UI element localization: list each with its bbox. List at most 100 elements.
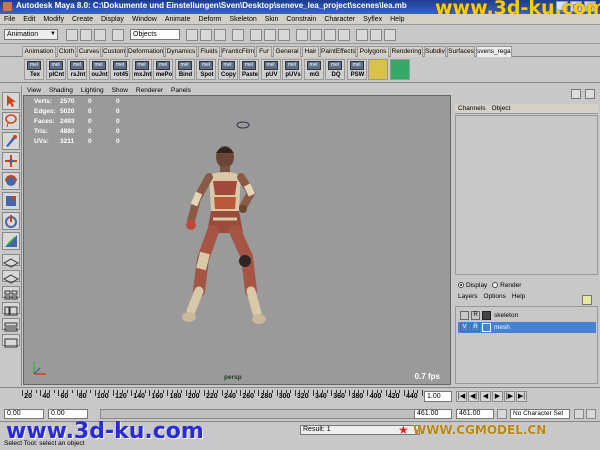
menu-help[interactable]: Help xyxy=(386,14,408,25)
layer-visibility-toggle[interactable] xyxy=(460,311,469,320)
outliner-layout-button[interactable] xyxy=(2,302,20,316)
layer-menu-options[interactable]: Options xyxy=(481,292,509,302)
display-radio[interactable] xyxy=(458,282,464,289)
layer-color-swatch[interactable] xyxy=(482,323,491,332)
single-view-layout-button[interactable] xyxy=(2,254,20,268)
paint-select-tool-button[interactable] xyxy=(2,132,20,150)
perspective-layout-button[interactable] xyxy=(2,270,20,284)
layer-menu-help[interactable]: Help xyxy=(509,292,528,302)
shelf-button-bind[interactable]: mel Bind xyxy=(174,59,195,80)
shelf-tab-fur[interactable]: Fur xyxy=(256,46,272,57)
manipulator-tool-button[interactable] xyxy=(2,212,20,230)
go-to-start-button[interactable]: |◀ xyxy=(456,391,467,402)
channel-box-menu-object[interactable]: Object xyxy=(488,104,513,114)
shelf-tab-painteffects[interactable]: PaintEffects xyxy=(320,46,356,57)
key-icon[interactable] xyxy=(586,409,596,419)
time-slider-track[interactable]: 20 40 60 80 100 120 140 160 180 200 220 240 260 280 30… xyxy=(22,390,423,406)
shelf-tab-general[interactable]: General xyxy=(273,46,301,57)
menu-skeleton[interactable]: Skeleton xyxy=(225,14,260,25)
shelf-button-dq[interactable]: mel DQ xyxy=(325,59,345,80)
rotate-tool-button[interactable] xyxy=(2,172,20,190)
auto-key-icon[interactable] xyxy=(497,409,507,419)
menu-modify[interactable]: Modify xyxy=(39,14,68,25)
shelf-tab-custom[interactable]: Custom xyxy=(102,46,126,57)
snap-point-icon[interactable] xyxy=(214,29,226,41)
mel-yellow-icon[interactable] xyxy=(368,59,388,80)
create-layer-icon[interactable] xyxy=(582,295,592,305)
play-forward-button[interactable]: ▶ xyxy=(492,391,503,402)
shelf-tab-deformation[interactable]: Deformation xyxy=(127,46,164,57)
open-scene-icon[interactable] xyxy=(80,29,92,41)
render-globals-icon[interactable] xyxy=(278,29,290,41)
viewport-menu-view[interactable]: View xyxy=(23,86,45,95)
shelf-button-copy[interactable]: mel Copy xyxy=(217,59,238,80)
channel-box-toggle-icon[interactable] xyxy=(585,89,595,99)
menu-syflex[interactable]: Syflex xyxy=(359,14,386,25)
shelf-button-psw[interactable]: mel PSW xyxy=(346,59,367,80)
playback-end-field[interactable]: 461.00 xyxy=(414,409,452,419)
lasso-tool-button[interactable] xyxy=(2,112,20,130)
graph-layout-button[interactable] xyxy=(2,318,20,332)
shelf-button-spot[interactable]: mel Spot xyxy=(196,59,216,80)
layer-menu-layers[interactable]: Layers xyxy=(455,292,481,302)
menu-display[interactable]: Display xyxy=(97,14,128,25)
menu-skin[interactable]: Skin xyxy=(261,14,283,25)
shelf-tab-surfaces[interactable]: Surfaces xyxy=(447,46,475,57)
shelf-tab-polygons[interactable]: Polygons xyxy=(357,46,389,57)
script-editor-icon[interactable] xyxy=(338,29,350,41)
menu-animate[interactable]: Animate xyxy=(161,14,195,25)
shelf-tab-dynamics[interactable]: Dynamics xyxy=(165,46,197,57)
layer-row-mesh[interactable]: V Rmesh xyxy=(458,322,596,333)
new-scene-icon[interactable] xyxy=(66,29,78,41)
menu-window[interactable]: Window xyxy=(128,14,161,25)
shelf-button-mxjnt[interactable]: mel mxJnt xyxy=(131,59,152,80)
current-time-field[interactable]: 1.00 xyxy=(424,391,452,402)
shelf-tab-animation[interactable]: Animation xyxy=(22,46,56,57)
layer-visibility-toggle[interactable]: V xyxy=(460,323,469,332)
soft-mod-tool-button[interactable] xyxy=(2,232,20,250)
shelf-button-paste[interactable]: mel Paste xyxy=(239,59,259,80)
shelf-button-mg[interactable]: mel mG xyxy=(303,59,324,80)
shelf-tab-franticfilms[interactable]: FranticFilms xyxy=(221,46,255,57)
shelf-tab-cloth[interactable]: Cloth xyxy=(57,46,76,57)
menu-deform[interactable]: Deform xyxy=(195,14,226,25)
shelf-button-rsjnt[interactable]: mel rsJnt xyxy=(67,59,87,80)
layer-color-swatch[interactable] xyxy=(482,311,491,320)
step-forward-key-button[interactable]: |▶ xyxy=(504,391,515,402)
outliner-icon[interactable] xyxy=(324,29,336,41)
snap-curve-icon[interactable] xyxy=(200,29,212,41)
shelf-button-mepo[interactable]: mel mePo xyxy=(153,59,173,80)
attribute-editor-icon[interactable] xyxy=(370,29,382,41)
viewport-menu-shading[interactable]: Shading xyxy=(45,86,77,95)
attribute-editor-toggle-icon[interactable] xyxy=(571,89,581,99)
tool-settings-icon[interactable] xyxy=(384,29,396,41)
anim-prefs-icon[interactable] xyxy=(574,409,584,419)
menu-constrain[interactable]: Constrain xyxy=(282,14,320,25)
viewport-menu-lighting[interactable]: Lighting xyxy=(77,86,108,95)
shelf-button-puv[interactable]: mel pUV xyxy=(260,59,281,80)
start-time-field[interactable]: 0.00 xyxy=(4,409,44,419)
shelf-tab-hair[interactable]: Hair xyxy=(302,46,319,57)
shelf-button-rot45[interactable]: mel rot45 xyxy=(110,59,130,80)
select-mode-icon[interactable] xyxy=(112,29,124,41)
move-tool-button[interactable] xyxy=(2,152,20,170)
step-back-key-button[interactable]: ◀| xyxy=(468,391,479,402)
range-slider-bar[interactable] xyxy=(100,409,430,419)
scale-tool-button[interactable] xyxy=(2,192,20,210)
layer-row-skeleton[interactable]: Rskeleton xyxy=(458,310,596,321)
menu-create[interactable]: Create xyxy=(68,14,97,25)
shelf-menu-icon[interactable] xyxy=(4,59,20,80)
layer-reference-toggle[interactable]: R xyxy=(471,323,480,332)
go-to-end-button[interactable]: ▶| xyxy=(516,391,527,402)
shelf-tab-curves[interactable]: Curves xyxy=(77,46,101,57)
end-time-field[interactable]: 461.00 xyxy=(456,409,494,419)
shelf-button-oujnt[interactable]: mel ouJnt xyxy=(88,59,109,80)
viewport-menu-panels[interactable]: Panels xyxy=(167,86,195,95)
history-icon[interactable] xyxy=(232,29,244,41)
snap-grid-icon[interactable] xyxy=(186,29,198,41)
shelf-tab-rendering[interactable]: Rendering xyxy=(390,46,423,57)
render-icon[interactable] xyxy=(250,29,262,41)
render-radio[interactable] xyxy=(492,282,499,289)
step-back-button[interactable]: ◀ xyxy=(480,391,491,402)
shelf-tab-svens_regal[interactable]: svens_regal xyxy=(476,46,512,57)
